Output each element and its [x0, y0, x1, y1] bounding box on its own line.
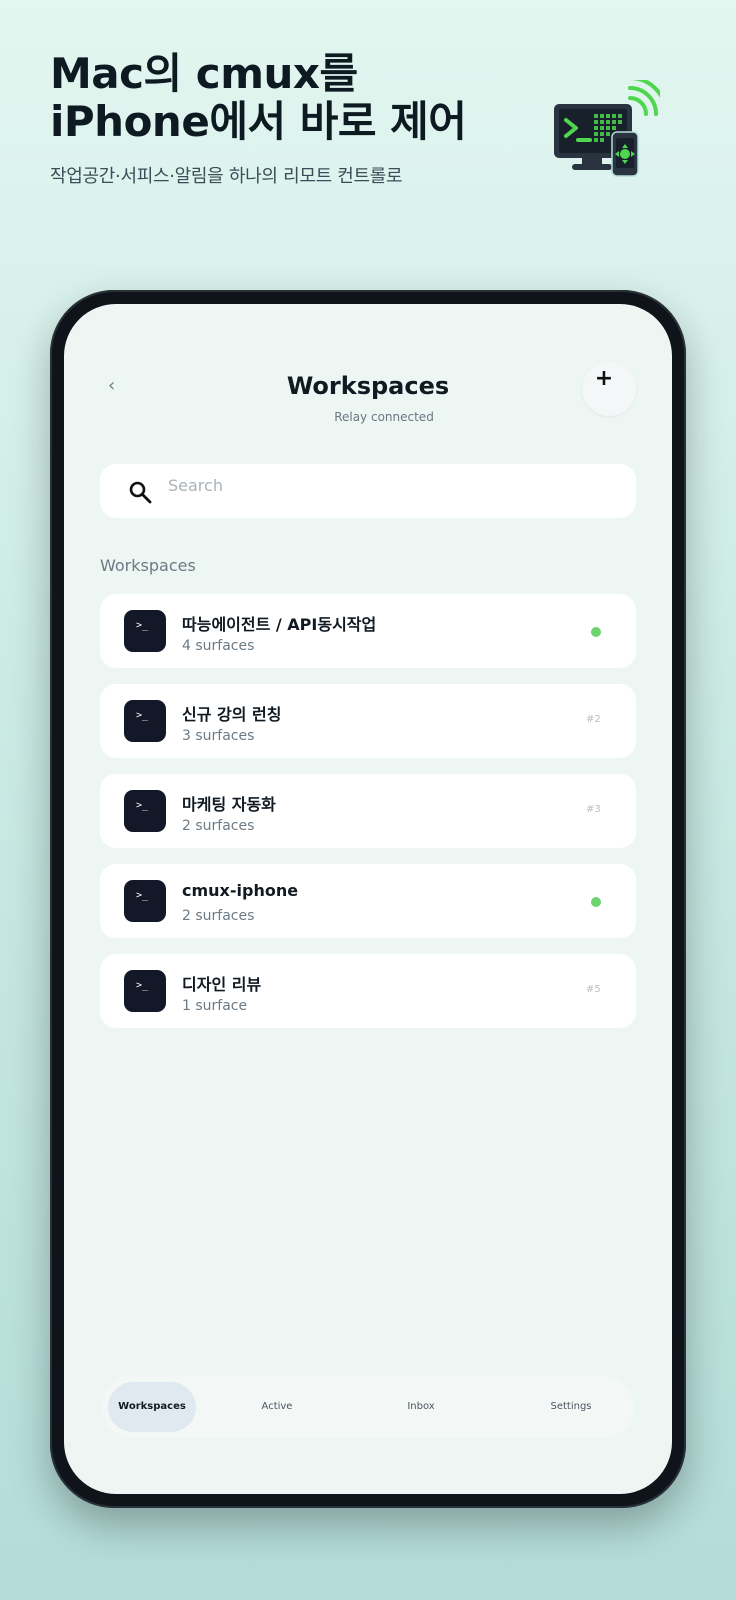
tab-active[interactable]: Active: [232, 1382, 322, 1432]
workspace-row[interactable]: >_ 신규 강의 런칭 3 surfaces #2: [100, 684, 636, 758]
promo-title-line1: Mac의 cmux를: [50, 49, 358, 98]
search-icon: [129, 481, 152, 504]
connection-status: Relay connected: [334, 410, 434, 424]
workspace-title: 디자인 리뷰: [182, 975, 262, 994]
workspace-title: cmux-iphone: [182, 881, 299, 900]
promo-subtitle: 작업공간·서피스·알림을 하나의 리모트 컨트롤로: [50, 166, 403, 187]
terminal-monitor-phone-icon: [554, 80, 660, 177]
workspace-title: 따능에이전트 / API동시작업: [182, 615, 377, 634]
terminal-prompt-icon: >_: [124, 790, 166, 832]
workspace-title: 마케팅 자동화: [182, 795, 276, 814]
workspace-number: #3: [586, 804, 601, 815]
phone-frame: ‹ Workspaces Relay connected + Workspace…: [50, 290, 686, 1508]
workspace-surface-count: 2 surfaces: [182, 818, 255, 834]
terminal-prompt-icon: >_: [124, 700, 166, 742]
search-bar[interactable]: [100, 464, 636, 518]
workspace-row[interactable]: >_ 디자인 리뷰 1 surface #5: [100, 954, 636, 1028]
tab-bar: Workspaces Active Inbox Settings: [102, 1376, 634, 1438]
tab-workspaces[interactable]: Workspaces: [108, 1382, 196, 1432]
workspace-list: >_ 따능에이전트 / API동시작업 4 surfaces >_ 신규 강의 …: [100, 594, 636, 1044]
tab-settings[interactable]: Settings: [526, 1382, 616, 1432]
workspace-surface-count: 4 surfaces: [182, 638, 255, 654]
terminal-prompt-icon: >_: [124, 970, 166, 1012]
promo-title: Mac의 cmux를 iPhone에서 바로 제어: [50, 49, 467, 146]
plus-icon: +: [594, 366, 614, 391]
terminal-prompt-icon: >_: [124, 880, 166, 922]
terminal-prompt-icon: >_: [124, 610, 166, 652]
workspace-row[interactable]: >_ 마케팅 자동화 2 surfaces #3: [100, 774, 636, 848]
section-label: Workspaces: [100, 556, 196, 575]
workspace-title: 신규 강의 런칭: [182, 705, 282, 724]
workspace-surface-count: 1 surface: [182, 998, 248, 1014]
add-workspace-button[interactable]: +: [582, 362, 636, 416]
promo-title-line2: iPhone에서 바로 제어: [50, 97, 467, 146]
search-input[interactable]: [166, 472, 610, 498]
page-title: Workspaces: [286, 372, 450, 400]
workspace-surface-count: 3 surfaces: [182, 728, 255, 744]
status-dot: [591, 897, 601, 907]
workspace-surface-count: 2 surfaces: [182, 908, 255, 924]
phone-screen: ‹ Workspaces Relay connected + Workspace…: [64, 304, 672, 1494]
workspace-number: #2: [586, 714, 601, 725]
tab-inbox[interactable]: Inbox: [376, 1382, 466, 1432]
workspace-number: #5: [586, 984, 601, 995]
workspace-row[interactable]: >_ cmux-iphone 2 surfaces: [100, 864, 636, 938]
workspace-row[interactable]: >_ 따능에이전트 / API동시작업 4 surfaces: [100, 594, 636, 668]
status-dot: [591, 627, 601, 637]
